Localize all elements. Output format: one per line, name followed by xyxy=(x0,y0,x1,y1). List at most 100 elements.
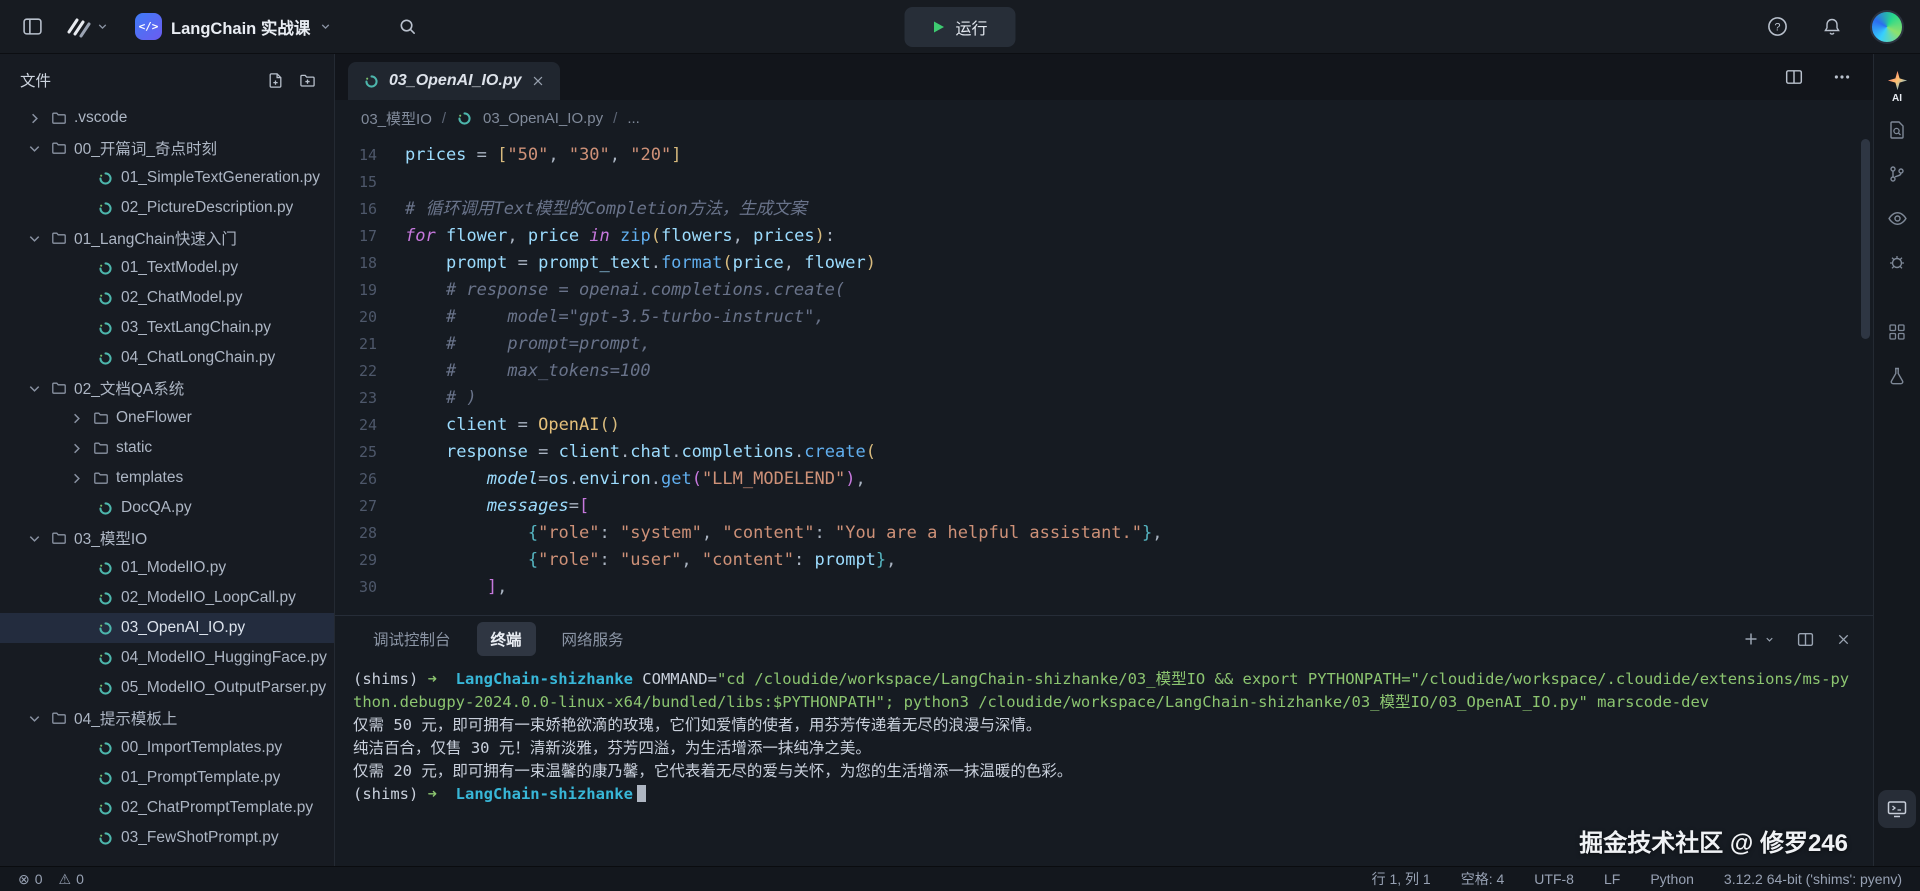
split-panel-icon[interactable] xyxy=(1795,629,1816,650)
file-label: DocQA.py xyxy=(121,499,192,517)
python-file-icon xyxy=(97,740,114,757)
tree-item-static[interactable]: static xyxy=(0,433,334,463)
tree-item-03_OpenAI_IO.py[interactable]: 03_OpenAI_IO.py xyxy=(0,613,334,643)
python-file-icon xyxy=(97,500,114,517)
new-folder-icon[interactable] xyxy=(299,72,316,89)
workspace-logo[interactable] xyxy=(59,12,115,42)
code-line[interactable]: 27 messages=[ xyxy=(335,493,1873,520)
code-line[interactable]: 24 client = OpenAI() xyxy=(335,412,1873,439)
tree-item-templates[interactable]: templates xyxy=(0,463,334,493)
tree-item-01_ModelIO.py[interactable]: 01_ModelIO.py xyxy=(0,553,334,583)
code-line[interactable]: 21 # prompt=prompt, xyxy=(335,331,1873,358)
close-panel-icon[interactable] xyxy=(1834,630,1853,649)
code-line[interactable]: 18 prompt = prompt_text.format(price, fl… xyxy=(335,250,1873,277)
code-text: client = OpenAI() xyxy=(405,412,620,439)
run-button[interactable]: 运行 xyxy=(904,7,1015,47)
tree-item-03_模型IO[interactable]: 03_模型IO xyxy=(0,523,334,553)
breadcrumb-item[interactable]: ... xyxy=(627,110,640,127)
code-line[interactable]: 28 {"role": "system", "content": "You ar… xyxy=(335,520,1873,547)
warnings-count[interactable]: ⚠0 xyxy=(59,871,84,888)
tree-item-02_ChatPromptTemplate.py[interactable]: 02_ChatPromptTemplate.py xyxy=(0,793,334,823)
extensions-grid-icon[interactable] xyxy=(1878,312,1916,352)
breadcrumb-item[interactable]: 03_OpenAI_IO.py xyxy=(483,110,603,127)
tree-item-00_ImportTemplates.py[interactable]: 00_ImportTemplates.py xyxy=(0,733,334,763)
panel-tab-终端[interactable]: 终端 xyxy=(477,622,536,656)
close-tab-icon[interactable] xyxy=(531,74,545,88)
code-line[interactable]: 20 # model="gpt-3.5-turbo-instruct", xyxy=(335,304,1873,331)
new-file-icon[interactable] xyxy=(267,72,284,89)
more-actions-icon[interactable] xyxy=(1827,64,1857,90)
file-label: 03_模型IO xyxy=(74,527,147,549)
code-line[interactable]: 25 response = client.chat.completions.cr… xyxy=(335,439,1873,466)
debug-bug-icon[interactable] xyxy=(1878,242,1916,282)
user-avatar[interactable] xyxy=(1870,10,1904,44)
status-segment[interactable]: 空格: 4 xyxy=(1461,869,1505,889)
code-line[interactable]: 30 ], xyxy=(335,574,1873,601)
errors-count[interactable]: ⊗0 xyxy=(18,871,43,888)
help-icon[interactable]: ? xyxy=(1761,12,1794,41)
sidebar-toggle-icon[interactable] xyxy=(16,12,49,41)
tree-item-04_提示模板上[interactable]: 04_提示模板上 xyxy=(0,703,334,733)
git-branch-icon[interactable] xyxy=(1878,154,1916,194)
status-segment[interactable]: 行 1, 列 1 xyxy=(1372,869,1431,889)
tree-item-04_ChatLongChain.py[interactable]: 04_ChatLongChain.py xyxy=(0,343,334,373)
status-segment[interactable]: UTF-8 xyxy=(1534,871,1574,887)
code-line[interactable]: 23 # ) xyxy=(335,385,1873,412)
code-line[interactable]: 15 xyxy=(335,169,1873,196)
svg-text:?: ? xyxy=(1774,21,1780,33)
new-terminal-icon[interactable] xyxy=(1741,629,1777,649)
line-number: 29 xyxy=(335,547,405,574)
tree-item-01_TextModel.py[interactable]: 01_TextModel.py xyxy=(0,253,334,283)
code-line[interactable]: 17for flower, price in zip(flowers, pric… xyxy=(335,223,1873,250)
tree-item-02_文档QA系统[interactable]: 02_文档QA系统 xyxy=(0,373,334,403)
search-icon[interactable] xyxy=(392,13,423,40)
tree-item-03_FewShotPrompt.py[interactable]: 03_FewShotPrompt.py xyxy=(0,823,334,853)
tree-item-00_开篇词_奇点时刻[interactable]: 00_开篇词_奇点时刻 xyxy=(0,133,334,163)
code-text: messages=[ xyxy=(405,493,589,520)
file-label: .vscode xyxy=(74,109,127,127)
breadcrumb-item[interactable]: 03_模型IO xyxy=(361,108,432,129)
panel-tab-网络服务[interactable]: 网络服务 xyxy=(548,622,638,656)
status-segment[interactable]: 3.12.2 64-bit ('shims': pyenv) xyxy=(1724,871,1902,887)
tree-item-02_ModelIO_LoopCall.py[interactable]: 02_ModelIO_LoopCall.py xyxy=(0,583,334,613)
code-line[interactable]: 19 # response = openai.completions.creat… xyxy=(335,277,1873,304)
tree-item-03_TextLangChain.py[interactable]: 03_TextLangChain.py xyxy=(0,313,334,343)
editor-tab-03_OpenAI_IO.py[interactable]: 03_OpenAI_IO.py xyxy=(348,62,560,100)
tree-item-04_ModelIO_HuggingFace.py[interactable]: 04_ModelIO_HuggingFace.py xyxy=(0,643,334,673)
code-line[interactable]: 29 {"role": "user", "content": prompt}, xyxy=(335,547,1873,574)
remote-terminal-icon[interactable] xyxy=(1878,790,1916,828)
status-segment[interactable]: Python xyxy=(1650,871,1694,887)
code-editor[interactable]: 14prices = ["50", "30", "20"]1516# 循环调用T… xyxy=(335,137,1873,615)
editor-scrollbar[interactable] xyxy=(1861,139,1870,339)
tree-item-02_PictureDescription.py[interactable]: 02_PictureDescription.py xyxy=(0,193,334,223)
file-label: 03_TextLangChain.py xyxy=(121,319,271,337)
ai-assistant-icon[interactable]: AI xyxy=(1878,66,1916,106)
tree-item-01_PromptTemplate.py[interactable]: 01_PromptTemplate.py xyxy=(0,763,334,793)
project-switcher[interactable]: </> LangChain 实战课 xyxy=(135,13,332,40)
split-editor-icon[interactable] xyxy=(1779,64,1809,90)
panel-tab-调试控制台[interactable]: 调试控制台 xyxy=(359,622,465,656)
file-search-icon[interactable] xyxy=(1878,110,1916,150)
code-review-eye-icon[interactable] xyxy=(1878,198,1916,238)
terminal-cursor[interactable] xyxy=(637,785,646,802)
tree-item-01_LangChain快速入门[interactable]: 01_LangChain快速入门 xyxy=(0,223,334,253)
chevron-right-icon xyxy=(26,110,43,127)
folder-icon xyxy=(50,110,67,127)
tree-item-.vscode[interactable]: .vscode xyxy=(0,103,334,133)
file-label: 00_ImportTemplates.py xyxy=(121,739,282,757)
code-text: # ) xyxy=(405,385,477,412)
tree-item-05_ModelIO_OutputParser.py[interactable]: 05_ModelIO_OutputParser.py xyxy=(0,673,334,703)
tree-item-02_ChatModel.py[interactable]: 02_ChatModel.py xyxy=(0,283,334,313)
tree-item-01_SimpleTextGeneration.py[interactable]: 01_SimpleTextGeneration.py xyxy=(0,163,334,193)
tree-item-OneFlower[interactable]: OneFlower xyxy=(0,403,334,433)
code-line[interactable]: 14prices = ["50", "30", "20"] xyxy=(335,142,1873,169)
tree-item-DocQA.py[interactable]: DocQA.py xyxy=(0,493,334,523)
notifications-bell-icon[interactable] xyxy=(1816,13,1848,41)
line-number: 24 xyxy=(335,412,405,439)
code-line[interactable]: 26 model=os.environ.get("LLM_MODELEND"), xyxy=(335,466,1873,493)
code-line[interactable]: 16# 循环调用Text模型的Completion方法，生成文案 xyxy=(335,196,1873,223)
breadcrumb: 03_模型IO/03_OpenAI_IO.py/... xyxy=(335,100,1873,137)
tests-flask-icon[interactable] xyxy=(1878,356,1916,396)
status-segment[interactable]: LF xyxy=(1604,871,1620,887)
code-line[interactable]: 22 # max_tokens=100 xyxy=(335,358,1873,385)
